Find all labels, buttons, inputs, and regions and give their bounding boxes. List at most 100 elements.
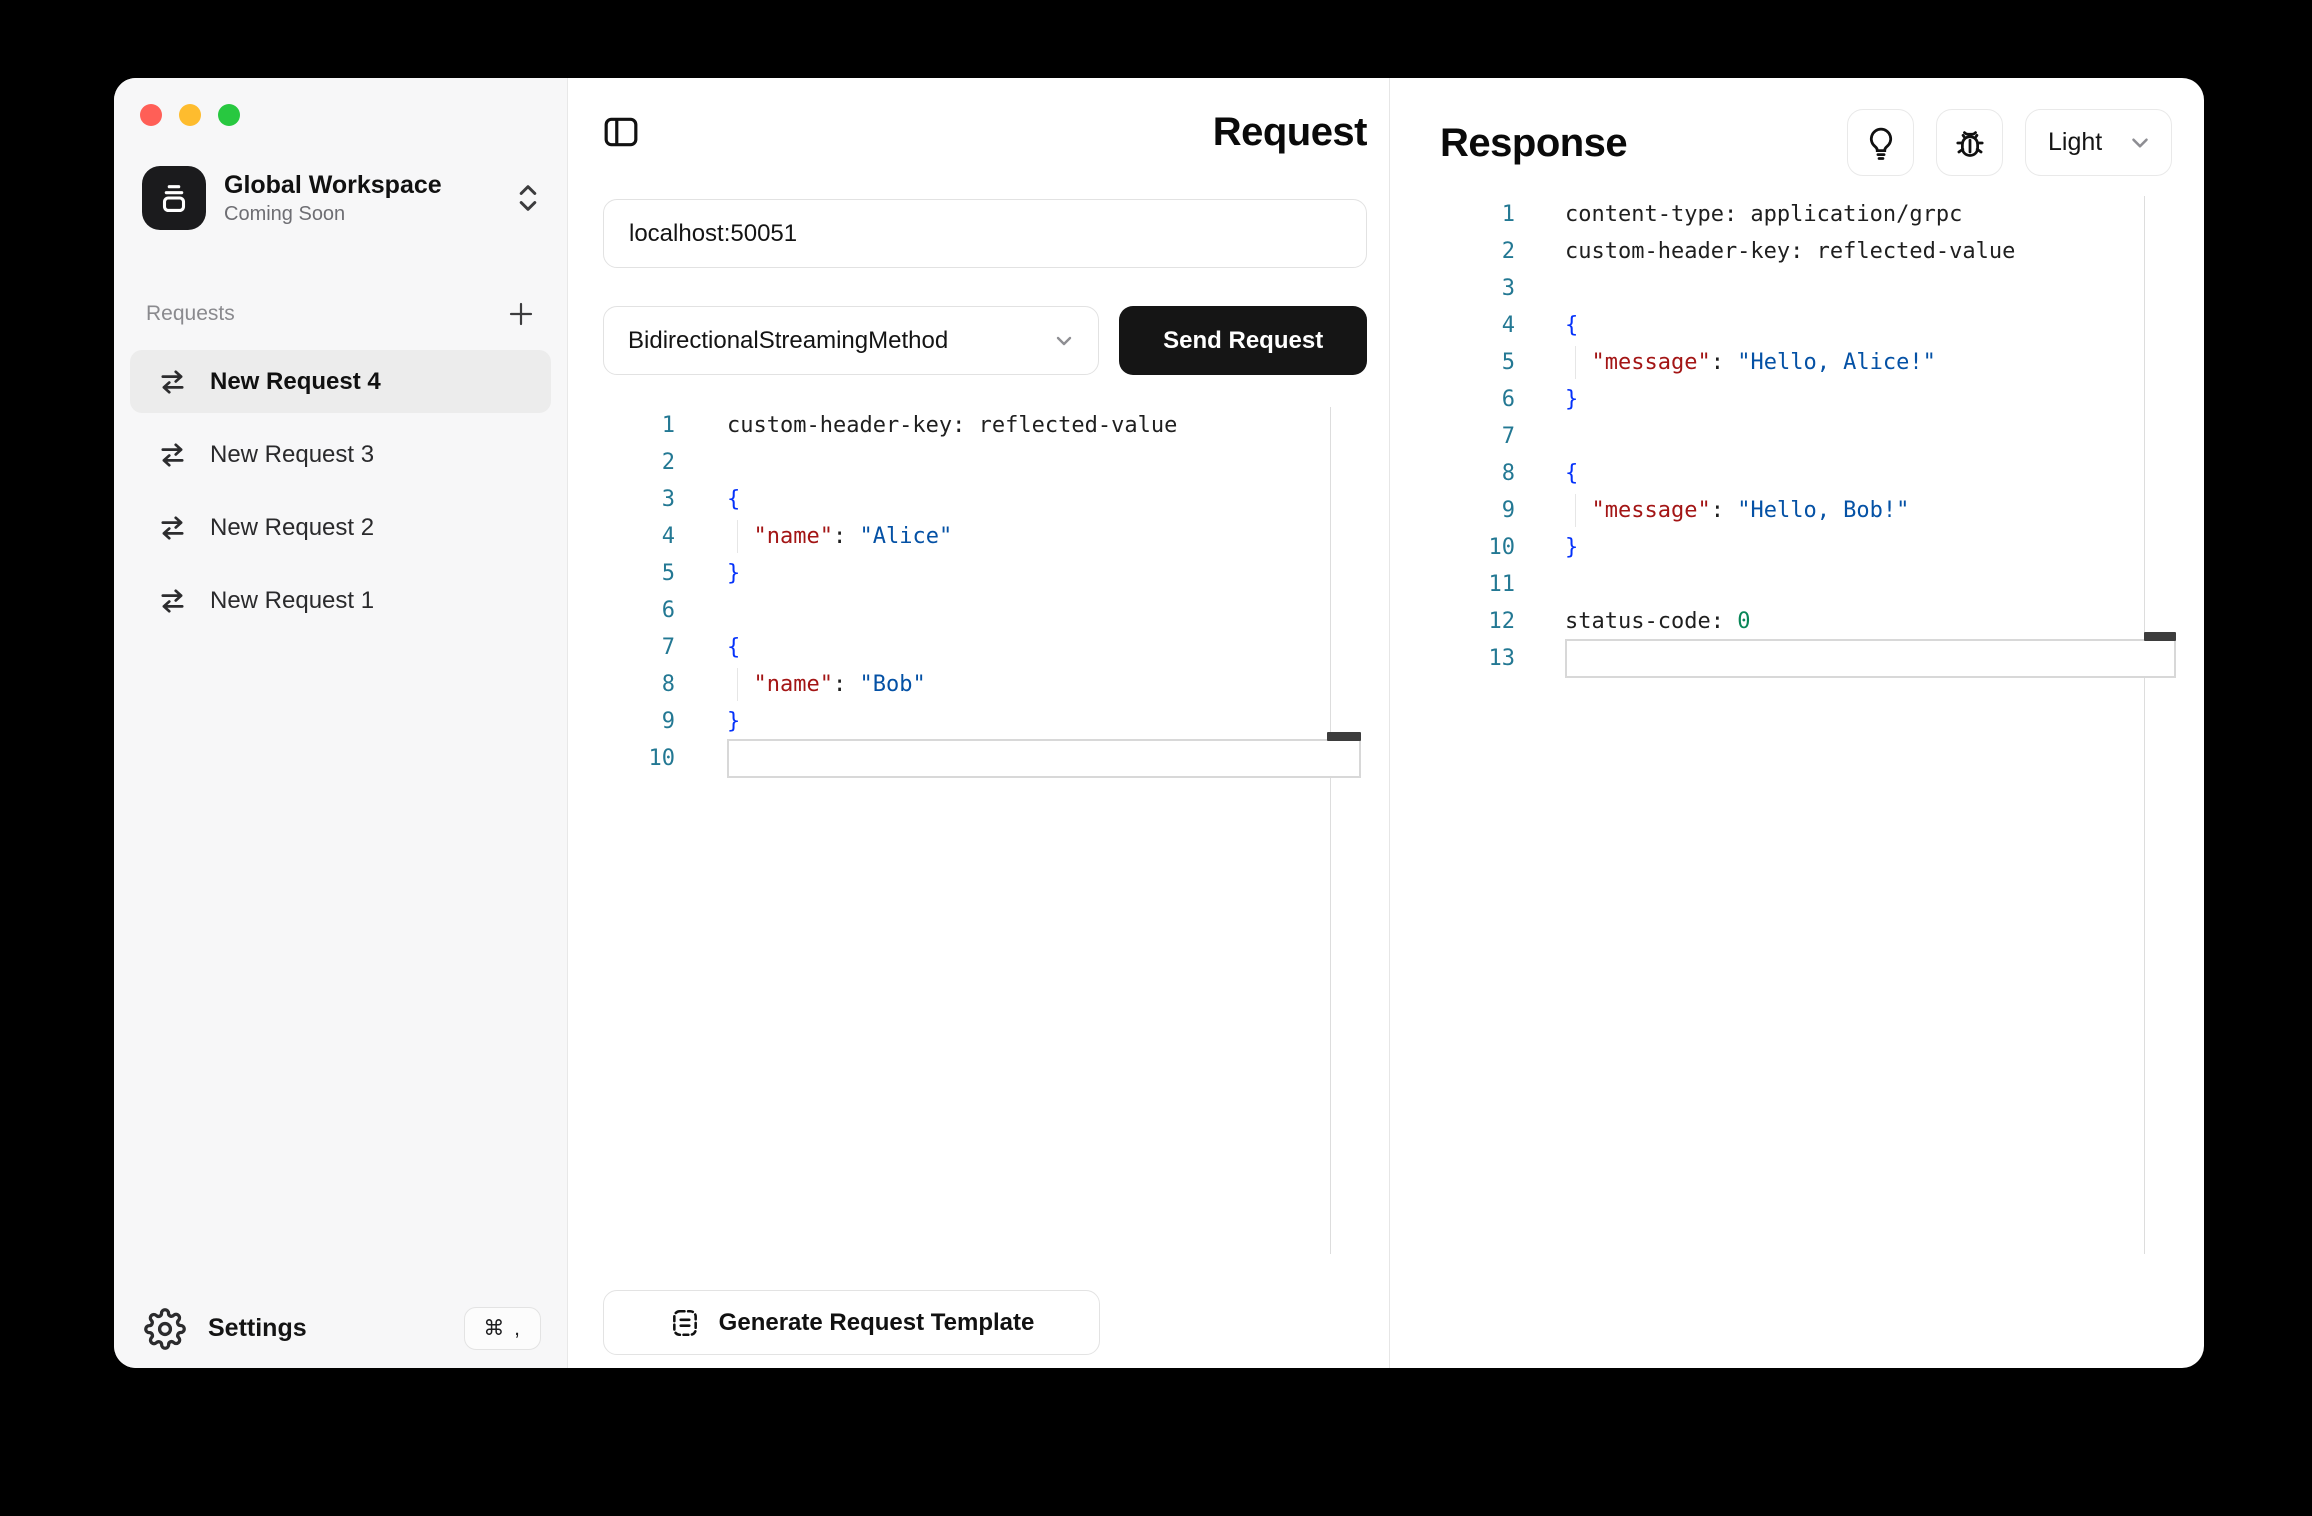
bidirectional-arrows-icon [156, 441, 189, 469]
request-list: New Request 4 New Request 3 New Request 2 N… [130, 350, 551, 642]
code-line[interactable]: 3 [1440, 270, 2172, 307]
line-number: 1 [603, 407, 675, 444]
line-number: 11 [1440, 566, 1515, 603]
code-line[interactable]: 6} [1440, 381, 2172, 418]
request-list-item[interactable]: New Request 2 [130, 496, 551, 559]
request-list-item[interactable]: New Request 3 [130, 423, 551, 486]
window-controls [114, 78, 567, 126]
request-list-item[interactable]: New Request 4 [130, 350, 551, 413]
settings-shortcut-badge: ⌘ , [464, 1307, 541, 1350]
code-line[interactable]: 6 [603, 592, 1367, 629]
line-number: 6 [1440, 381, 1515, 418]
bidirectional-arrows-icon [156, 514, 189, 542]
code-line[interactable]: 1content-type: application/grpc [1440, 196, 2172, 233]
request-item-label: New Request 3 [210, 441, 374, 469]
line-number: 1 [1440, 196, 1515, 233]
code-line[interactable]: 8{ [1440, 455, 2172, 492]
indent-guide [1575, 494, 1576, 527]
response-editor[interactable]: 1content-type: application/grpc2custom-h… [1440, 196, 2172, 1254]
code-line[interactable]: 2custom-header-key: reflected-value [1440, 233, 2172, 270]
bidirectional-arrows-icon [156, 587, 189, 615]
line-number: 10 [1440, 529, 1515, 566]
gear-icon [144, 1308, 186, 1350]
request-item-label: New Request 2 [210, 514, 374, 542]
line-number: 4 [1440, 307, 1515, 344]
generate-request-template-button[interactable]: Generate Request Template [603, 1290, 1100, 1355]
hints-button[interactable] [1847, 109, 1914, 176]
code-line[interactable]: 12status-code: 0 [1440, 603, 2172, 640]
sidebar-toggle-button[interactable] [603, 116, 639, 148]
request-item-label: New Request 1 [210, 587, 374, 615]
method-selector[interactable]: BidirectionalStreamingMethod [603, 306, 1099, 375]
method-selector-value: BidirectionalStreamingMethod [628, 327, 948, 355]
code-line[interactable]: 3{ [603, 481, 1367, 518]
server-address-input[interactable] [603, 199, 1367, 268]
line-number: 2 [603, 444, 675, 481]
line-number: 9 [1440, 492, 1515, 529]
line-number: 7 [603, 629, 675, 666]
code-line[interactable]: 10} [1440, 529, 2172, 566]
line-number: 8 [603, 666, 675, 703]
code-line[interactable]: 5 "message": "Hello, Alice!" [1440, 344, 2172, 381]
generate-request-template-label: Generate Request Template [719, 1309, 1035, 1337]
indent-guide [1575, 346, 1576, 379]
code-line[interactable]: 9} [603, 703, 1367, 740]
app-window: Global Workspace Coming Soon Requests Ne… [114, 78, 2204, 1368]
line-number: 8 [1440, 455, 1515, 492]
code-line[interactable]: 2 [603, 444, 1367, 481]
line-number: 7 [1440, 418, 1515, 455]
response-pane: Response [1390, 78, 2204, 1368]
requests-section-label: Requests [146, 302, 235, 326]
code-line[interactable]: 11 [1440, 566, 2172, 603]
sidebar-toggle-icon [603, 116, 639, 148]
code-line[interactable]: 7{ [603, 629, 1367, 666]
chevron-up-down-icon [515, 181, 541, 215]
code-line[interactable]: 4{ [1440, 307, 2172, 344]
code-line[interactable]: 10 [603, 740, 1367, 777]
line-number: 9 [603, 703, 675, 740]
bug-icon [1952, 125, 1988, 161]
line-number: 10 [603, 740, 675, 777]
bidirectional-arrows-icon [156, 368, 189, 396]
minimize-window-button[interactable] [179, 104, 201, 126]
debug-button[interactable] [1936, 109, 2003, 176]
theme-selector[interactable]: Light [2025, 109, 2172, 176]
code-line[interactable]: 8 "name": "Bob" [603, 666, 1367, 703]
code-line[interactable]: 5} [603, 555, 1367, 592]
zoom-window-button[interactable] [218, 104, 240, 126]
send-request-button[interactable]: Send Request [1119, 306, 1367, 375]
chevron-down-icon [2127, 130, 2153, 156]
workspace-subtitle: Coming Soon [224, 203, 442, 226]
theme-selector-value: Light [2048, 128, 2102, 157]
line-number: 12 [1440, 603, 1515, 640]
request-pane-title: Request [1213, 104, 1367, 160]
request-item-label: New Request 4 [210, 368, 381, 396]
close-window-button[interactable] [140, 104, 162, 126]
indent-guide [737, 520, 738, 553]
code-line[interactable]: 7 [1440, 418, 2172, 455]
lightbulb-icon [1864, 125, 1898, 161]
request-pane: Request BidirectionalStreamingMethod Sen… [568, 78, 1390, 1368]
response-pane-title: Response [1440, 115, 1627, 171]
add-request-button[interactable] [507, 300, 535, 328]
settings-button[interactable]: Settings ⌘ , [114, 1307, 567, 1368]
settings-label: Settings [208, 1314, 307, 1343]
workspace-icon [142, 166, 206, 230]
line-number: 3 [1440, 270, 1515, 307]
template-icon [669, 1307, 701, 1339]
workspace-switcher[interactable]: Global Workspace Coming Soon [142, 166, 541, 230]
indent-guide [737, 668, 738, 701]
code-line[interactable]: 9 "message": "Hello, Bob!" [1440, 492, 2172, 529]
workspace-title: Global Workspace [224, 171, 442, 200]
line-number: 4 [603, 518, 675, 555]
line-number: 3 [603, 481, 675, 518]
chevron-down-icon [1052, 329, 1076, 353]
code-line[interactable]: 13 [1440, 640, 2172, 677]
line-number: 2 [1440, 233, 1515, 270]
sidebar: Global Workspace Coming Soon Requests Ne… [114, 78, 568, 1368]
request-list-item[interactable]: New Request 1 [130, 569, 551, 632]
code-line[interactable]: 4 "name": "Alice" [603, 518, 1367, 555]
code-line[interactable]: 1custom-header-key: reflected-value [603, 407, 1367, 444]
request-editor[interactable]: 1custom-header-key: reflected-value23{4 … [603, 407, 1367, 1254]
line-number: 5 [1440, 344, 1515, 381]
